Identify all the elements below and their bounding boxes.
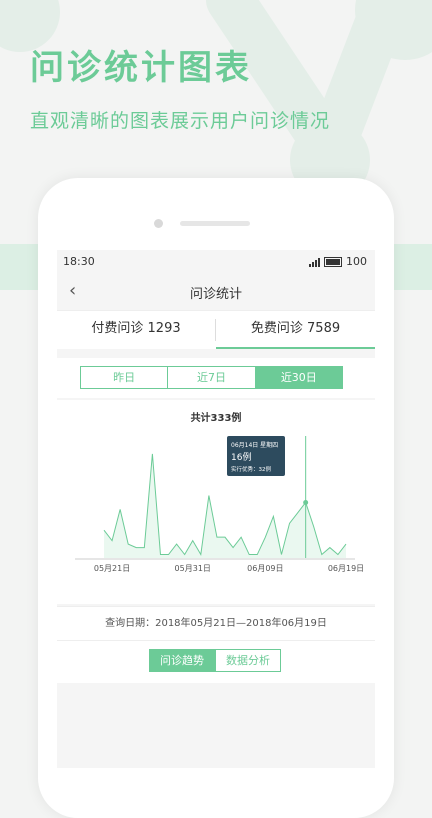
nav-bar: ‹ 问诊统计 (57, 272, 375, 310)
x-tick-label: 05月31日 (175, 564, 211, 573)
view-buttons: 问诊趋势 数据分析 (149, 649, 281, 672)
phone-camera (154, 219, 163, 228)
battery-icon (324, 256, 342, 267)
tooltip-detail: 实行优秀：32例 (231, 465, 271, 473)
app-screen: 18:30 100 ‹ 问诊统计 付费问诊 1293 免费问诊 7589 昨日 … (57, 250, 375, 768)
x-tick-label: 05月21日 (94, 564, 130, 573)
consult-chart: 共计333例 05月21日 05月31日 06月09日 06月19日 06月14日 星… (75, 411, 364, 573)
promo-headline: 问诊统计图表 (30, 48, 252, 88)
series-area (104, 453, 346, 558)
chart-tooltip: 06月14日 星期四 16例 实行优秀：32例 (227, 436, 285, 476)
page-title: 问诊统计 (189, 287, 242, 302)
chart-title: 共计333例 (191, 411, 242, 424)
status-time: 18:30 (63, 255, 95, 268)
trend-button[interactable]: 问诊趋势 (149, 649, 215, 672)
active-tab-indicator (216, 347, 375, 349)
view-buttons-row: 问诊趋势 数据分析 (57, 640, 375, 683)
tab-paid-consult[interactable]: 付费问诊 1293 (57, 311, 215, 347)
highlight-point[interactable] (303, 499, 309, 505)
status-bar: 18:30 100 (57, 250, 375, 272)
tooltip-date: 06月14日 星期四 (231, 441, 278, 449)
status-right: 100 (309, 255, 367, 268)
filter-last-7-days[interactable]: 近7日 (168, 367, 256, 388)
tab-free-consult[interactable]: 免费问诊 7589 (216, 311, 375, 347)
analysis-button[interactable]: 数据分析 (215, 649, 281, 672)
period-filters: 昨日 近7日 近30日 (57, 358, 375, 398)
period-segmented-control: 昨日 近7日 近30日 (80, 366, 343, 389)
query-date-text: 查询日期：2018年05月21日—2018年06月19日 (105, 618, 327, 629)
battery-level: 100 (346, 255, 367, 268)
tooltip-value: 16例 (231, 451, 251, 463)
signal-icon (309, 257, 320, 267)
chart-panel: 共计333例 05月21日 05月31日 06月09日 06月19日 06月14日 星… (57, 400, 375, 604)
promo-subline: 直观清晰的图表展示用户问诊情况 (30, 110, 331, 132)
consult-tabs: 付费问诊 1293 免费问诊 7589 (57, 310, 375, 349)
filter-yesterday[interactable]: 昨日 (81, 367, 169, 388)
x-tick-label: 06月19日 (328, 564, 364, 573)
x-tick-label: 06月09日 (247, 564, 283, 573)
query-date-row: 查询日期：2018年05月21日—2018年06月19日 (57, 606, 375, 641)
phone-speaker (180, 221, 250, 226)
filter-last-30-days[interactable]: 近30日 (255, 367, 342, 388)
